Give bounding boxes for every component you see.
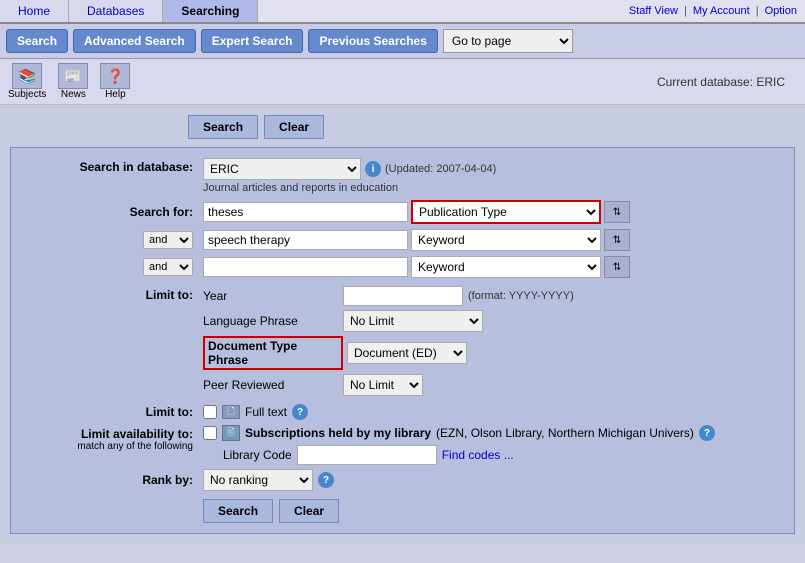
subscriptions-detail: (EZN, Olson Library, Northern Michigan U… bbox=[436, 426, 694, 440]
move-btn-3[interactable]: ⇅ bbox=[604, 256, 630, 278]
my-account-link[interactable]: My Account bbox=[693, 5, 750, 17]
peer-reviewed-label: Peer Reviewed bbox=[203, 378, 343, 392]
tab-databases[interactable]: Databases bbox=[69, 0, 163, 22]
limit-to-label: Limit to: bbox=[25, 286, 203, 302]
info-icon[interactable]: i bbox=[365, 161, 381, 177]
current-database: Current database: ERIC bbox=[657, 75, 797, 89]
language-select[interactable]: No Limit English French bbox=[343, 310, 483, 332]
help-icon-item[interactable]: ❓ Help bbox=[100, 63, 130, 100]
subscriptions-icon: 🖹 bbox=[222, 425, 240, 441]
fulltext-label: Full text bbox=[245, 405, 287, 419]
tab-home[interactable]: Home bbox=[0, 0, 69, 22]
option-link[interactable]: Option bbox=[765, 5, 797, 17]
search-field-1[interactable] bbox=[203, 202, 408, 222]
subjects-icon-item[interactable]: 📚 Subjects bbox=[8, 63, 46, 100]
news-icon: 📰 bbox=[58, 63, 88, 89]
type-select-3[interactable]: Keyword Publication Type Author bbox=[411, 256, 601, 278]
operator-select-2[interactable]: and or not bbox=[143, 258, 193, 276]
type-select-2[interactable]: Keyword Publication Type Author bbox=[411, 229, 601, 251]
rank-select[interactable]: No ranking Relevance Date Newest bbox=[203, 469, 313, 491]
fulltext-help-icon[interactable]: ? bbox=[292, 404, 308, 420]
subjects-icon: 📚 bbox=[12, 63, 42, 89]
move-btn-2[interactable]: ⇅ bbox=[604, 229, 630, 251]
search-in-db-label: Search in database: bbox=[25, 158, 203, 174]
doc-type-select[interactable]: Document (ED) Journal Article Report bbox=[347, 342, 467, 364]
limit-to-label-2: Limit to: bbox=[25, 405, 203, 419]
search-field-3[interactable] bbox=[203, 257, 408, 277]
db-updated: (Updated: 2007-04-04) bbox=[385, 163, 496, 175]
match-any-label: match any of the following bbox=[25, 441, 193, 452]
operator-select-1[interactable]: and or not bbox=[143, 231, 193, 249]
help-label: Help bbox=[105, 89, 126, 100]
move-btn-1[interactable]: ⇅ bbox=[604, 201, 630, 223]
previous-searches-button[interactable]: Previous Searches bbox=[308, 29, 437, 53]
subscriptions-checkbox[interactable] bbox=[203, 426, 217, 440]
subscriptions-help-icon[interactable]: ? bbox=[699, 425, 715, 441]
rank-by-label: Rank by: bbox=[25, 473, 203, 487]
staff-view-link[interactable]: Staff View bbox=[629, 5, 678, 17]
news-icon-item[interactable]: 📰 News bbox=[58, 63, 88, 100]
tab-searching[interactable]: Searching bbox=[163, 0, 258, 22]
search-field-2[interactable] bbox=[203, 230, 408, 250]
fulltext-icon: 🗋 bbox=[222, 405, 240, 419]
db-description: Journal articles and reports in educatio… bbox=[203, 182, 780, 194]
peer-reviewed-select[interactable]: No Limit Yes No bbox=[343, 374, 423, 396]
basic-search-button[interactable]: Search bbox=[6, 29, 68, 53]
library-code-input[interactable] bbox=[297, 445, 437, 465]
library-code-label: Library Code bbox=[223, 448, 292, 462]
type-select-1[interactable]: Publication Type Keyword Author Title bbox=[411, 200, 601, 224]
advanced-search-button[interactable]: Advanced Search bbox=[73, 29, 196, 53]
clear-bottom-button[interactable]: Clear bbox=[279, 499, 339, 523]
year-input[interactable] bbox=[343, 286, 463, 306]
help-icon: ❓ bbox=[100, 63, 130, 89]
year-format: (format: YYYY-YYYY) bbox=[468, 290, 574, 302]
search-bottom-button[interactable]: Search bbox=[203, 499, 273, 523]
language-label: Language Phrase bbox=[203, 314, 343, 328]
go-to-page-select[interactable]: Go to page bbox=[443, 29, 573, 53]
doc-type-label: Document Type Phrase bbox=[203, 336, 343, 370]
clear-top-button[interactable]: Clear bbox=[264, 115, 324, 139]
rank-help-icon[interactable]: ? bbox=[318, 472, 334, 488]
database-select[interactable]: ERIC bbox=[203, 158, 361, 180]
find-codes-link[interactable]: Find codes ... bbox=[442, 448, 514, 462]
fulltext-checkbox[interactable] bbox=[203, 405, 217, 419]
expert-search-button[interactable]: Expert Search bbox=[201, 29, 304, 53]
limit-avail-label: Limit availability to: bbox=[25, 427, 193, 441]
news-label: News bbox=[61, 89, 86, 100]
year-label: Year bbox=[203, 289, 343, 303]
subscriptions-label: Subscriptions held by my library bbox=[245, 426, 431, 440]
search-for-label: Search for: bbox=[25, 205, 203, 219]
search-top-button[interactable]: Search bbox=[188, 115, 258, 139]
subjects-label: Subjects bbox=[8, 89, 46, 100]
